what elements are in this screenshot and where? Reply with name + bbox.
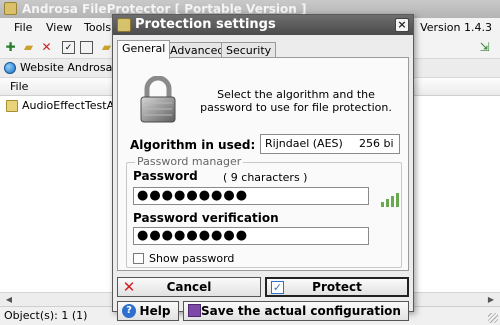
- save-button-label: Save the actual configuration: [201, 304, 401, 318]
- dialog-titlebar[interactable]: Protection settings ×: [113, 15, 413, 35]
- floppy-icon: [188, 304, 201, 317]
- password-manager-group: Password manager Password ( 9 characters…: [126, 155, 402, 268]
- password-verification-field[interactable]: ●●●●●●●●●: [133, 227, 369, 245]
- show-password-label: Show password: [149, 252, 235, 265]
- checkbox-icon: ✓: [271, 281, 284, 294]
- close-icon[interactable]: ×: [395, 18, 409, 32]
- question-icon: ?: [122, 304, 136, 318]
- password-strength-icon: [381, 193, 401, 207]
- exit-icon[interactable]: ⇲: [478, 41, 491, 54]
- tab-advanced[interactable]: Advanced: [165, 42, 230, 58]
- tab-strip: General Advanced Security: [117, 40, 411, 59]
- menu-file[interactable]: File: [14, 18, 32, 38]
- tab-security[interactable]: Security: [221, 42, 277, 58]
- show-password-checkbox[interactable]: Show password: [133, 253, 234, 265]
- red-x-icon: ✕: [122, 278, 136, 296]
- file-column-label: File: [10, 80, 29, 93]
- menu-view[interactable]: View: [46, 18, 72, 38]
- dialog-title: Protection settings: [135, 17, 276, 32]
- algorithm-value: Rijndael (AES): [265, 137, 343, 150]
- cancel-button[interactable]: ✕ Cancel: [117, 277, 261, 297]
- protect-button-label: Protect: [312, 280, 362, 294]
- status-text: Object(s): 1 (1): [4, 309, 88, 322]
- app-icon: [4, 2, 17, 15]
- tab-general[interactable]: General: [117, 40, 171, 59]
- cancel-button-label: Cancel: [166, 280, 212, 294]
- new-file-icon[interactable]: ✚: [4, 41, 17, 54]
- version-label: Version 1.4.3: [420, 21, 492, 34]
- general-panel: Select the algorithm and the password to…: [117, 57, 409, 271]
- delete-icon[interactable]: ✕: [40, 41, 53, 54]
- intro-text: Select the algorithm and the password to…: [200, 88, 392, 114]
- protect-button[interactable]: ✓ Protect: [265, 277, 409, 297]
- algorithm-label: Algorithm in used:: [130, 138, 256, 152]
- protection-settings-dialog: Protection settings × General Advanced S…: [112, 14, 414, 321]
- menu-tools[interactable]: Tools: [84, 18, 111, 38]
- check-all-icon[interactable]: ✓: [62, 41, 75, 54]
- password-manager-legend: Password manager: [135, 155, 244, 168]
- password-field[interactable]: ●●●●●●●●●: [133, 187, 369, 205]
- algorithm-select[interactable]: Rijndael (AES) 256 bi: [260, 134, 400, 154]
- help-button[interactable]: ? Help: [117, 301, 179, 321]
- scroll-right-icon[interactable]: ▶: [484, 294, 498, 306]
- open-folder-icon[interactable]: ▰: [22, 41, 35, 54]
- save-configuration-button[interactable]: Save the actual configuration: [183, 301, 409, 321]
- uncheck-all-icon[interactable]: [80, 41, 93, 54]
- dialog-app-icon: [117, 18, 131, 32]
- password-label: Password: [133, 169, 198, 183]
- padlock-icon: [140, 76, 176, 123]
- algorithm-bits: 256 bi: [359, 137, 394, 150]
- scroll-left-icon[interactable]: ◀: [2, 294, 16, 306]
- file-icon: [6, 100, 18, 112]
- checkbox-box[interactable]: [133, 253, 144, 264]
- resize-grip-icon[interactable]: [488, 313, 498, 323]
- globe-icon: [4, 62, 16, 74]
- password-char-count: ( 9 characters ): [223, 171, 308, 184]
- verification-label: Password verification: [133, 211, 279, 225]
